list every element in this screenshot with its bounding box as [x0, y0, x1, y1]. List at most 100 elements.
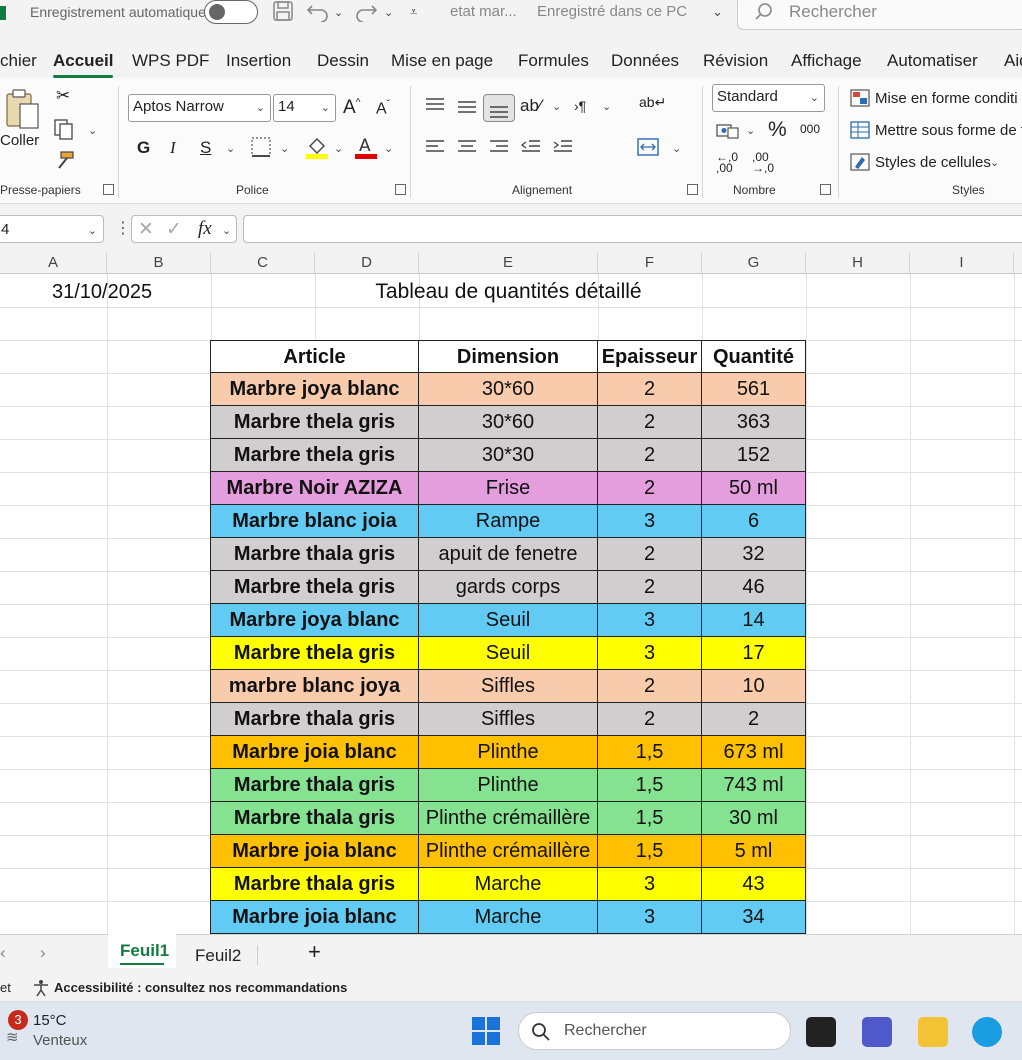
sheet-title[interactable]: Tableau de quantités détaillé	[211, 280, 806, 304]
cell-article[interactable]: Marbre thela gris	[210, 571, 419, 604]
cell-article[interactable]: Marbre joia blanc	[210, 736, 419, 769]
accessibility-icon[interactable]	[32, 979, 50, 997]
autosave-toggle[interactable]	[204, 0, 258, 24]
undo-icon[interactable]	[306, 0, 330, 22]
cell-styles-button[interactable]: Styles de cellules	[875, 154, 991, 171]
weather-desc[interactable]: Venteux	[33, 1032, 87, 1049]
accessibility-status[interactable]: Accessibilité : consultez nos recommanda…	[54, 980, 347, 995]
column-header-h[interactable]: H	[806, 252, 910, 274]
cell-quantite[interactable]: 30 ml	[702, 802, 806, 835]
taskbar-search[interactable]: Rechercher	[518, 1012, 791, 1050]
column-header-a[interactable]: A	[0, 252, 107, 274]
cell-epaisseur[interactable]: 2	[598, 538, 702, 571]
underline-button[interactable]: S	[200, 138, 211, 158]
cell-quantite[interactable]: 2	[702, 703, 806, 736]
fill-color-icon[interactable]	[305, 134, 329, 160]
accounting-chevron-icon[interactable]: ⌄	[746, 124, 755, 137]
cell-article[interactable]: Marbre joia blanc	[210, 835, 419, 868]
cell-epaisseur[interactable]: 3	[598, 505, 702, 538]
next-sheet-icon[interactable]: ›	[40, 943, 46, 963]
search-box[interactable]: Rechercher	[737, 0, 1022, 30]
cell-dimension[interactable]: gards corps	[419, 571, 598, 604]
cell-epaisseur[interactable]: 3	[598, 604, 702, 637]
spreadsheet-grid[interactable]: 31/10/2025 Tableau de quantités détaillé…	[0, 274, 1022, 934]
cell-quantite[interactable]: 6	[702, 505, 806, 538]
cell-epaisseur[interactable]: 1,5	[598, 736, 702, 769]
number-launcher-icon[interactable]	[820, 184, 831, 195]
save-status-chevron-icon[interactable]: ⌄	[712, 4, 723, 20]
cell-quantite[interactable]: 34	[702, 901, 806, 934]
wrap-text-icon[interactable]: ab↵	[639, 94, 666, 111]
percent-button[interactable]: %	[768, 118, 787, 142]
column-header-c[interactable]: C	[211, 252, 315, 274]
tab-wps-pdf[interactable]: WPS PDF	[132, 51, 209, 71]
cell-epaisseur[interactable]: 3	[598, 901, 702, 934]
cell-dimension[interactable]: Seuil	[419, 637, 598, 670]
orientation-icon[interactable]: ab⁄	[520, 96, 542, 116]
cell-article[interactable]: Marbre thala gris	[210, 868, 419, 901]
cell-article[interactable]: marbre blanc joya	[210, 670, 419, 703]
cell-dimension[interactable]: Marche	[419, 901, 598, 934]
increase-decimal-icon[interactable]: ←,0,00	[716, 151, 738, 174]
tab-revision[interactable]: Révision	[703, 51, 768, 71]
column-header-b[interactable]: B	[107, 252, 211, 274]
more-options-icon[interactable]: ⋮	[115, 218, 131, 238]
clipboard-launcher-icon[interactable]	[103, 184, 114, 195]
tab-affichage[interactable]: Affichage	[791, 51, 862, 71]
cell-dimension[interactable]: 30*30	[419, 439, 598, 472]
cell-quantite[interactable]: 17	[702, 637, 806, 670]
cell-article[interactable]: Marbre thela gris	[210, 406, 419, 439]
thousands-button[interactable]: 000	[800, 122, 820, 136]
paste-icon[interactable]	[4, 88, 42, 132]
undo-chevron-icon[interactable]: ⌄	[334, 6, 343, 19]
teams-icon[interactable]	[862, 1017, 892, 1047]
cell-dimension[interactable]: apuit de fenetre	[419, 538, 598, 571]
header-article[interactable]: Article	[210, 340, 419, 373]
date-cell[interactable]: 31/10/2025	[52, 281, 152, 304]
cell-quantite[interactable]: 561	[702, 373, 806, 406]
header-epaisseur[interactable]: Epaisseur	[598, 340, 702, 373]
alignment-launcher-icon[interactable]	[687, 184, 698, 195]
tab-fichier[interactable]: chier	[0, 51, 37, 71]
header-quantite[interactable]: Quantité	[702, 340, 806, 373]
merge-center-icon[interactable]	[637, 136, 659, 158]
align-left-icon[interactable]	[425, 138, 445, 156]
insert-function-icon[interactable]: fx	[198, 218, 212, 240]
cell-quantite[interactable]: 673 ml	[702, 736, 806, 769]
font-color-icon[interactable]: A	[354, 134, 378, 160]
tab-automatiser[interactable]: Automatiser	[887, 51, 978, 71]
decrease-decimal-icon[interactable]: ,00 →,0	[752, 151, 774, 174]
copy-icon[interactable]	[53, 118, 75, 140]
font-name-select[interactable]: Aptos Narrow ⌄	[128, 94, 271, 122]
cell-dimension[interactable]: Frise	[419, 472, 598, 505]
cell-quantite[interactable]: 10	[702, 670, 806, 703]
redo-icon[interactable]	[354, 0, 378, 22]
add-sheet-button[interactable]: +	[308, 939, 321, 965]
cell-article[interactable]: Marbre thela gris	[210, 439, 419, 472]
confirm-icon[interactable]: ✓	[166, 218, 182, 241]
cell-quantite[interactable]: 43	[702, 868, 806, 901]
save-icon[interactable]	[272, 0, 294, 22]
cell-dimension[interactable]: Plinthe	[419, 769, 598, 802]
cell-epaisseur[interactable]: 2	[598, 472, 702, 505]
font-launcher-icon[interactable]	[395, 184, 406, 195]
cell-article[interactable]: Marbre thala gris	[210, 538, 419, 571]
decrease-font-icon[interactable]: Aˇ	[376, 99, 390, 118]
align-middle-icon[interactable]	[457, 98, 477, 116]
borders-chevron-icon[interactable]: ⌄	[280, 142, 289, 155]
edge-browser-icon[interactable]	[972, 1017, 1002, 1047]
paragraph-direction-icon[interactable]: ›¶	[574, 98, 586, 114]
fill-color-chevron-icon[interactable]: ⌄	[334, 142, 343, 155]
sheet-tab-feuil1[interactable]: Feuil1	[108, 934, 176, 968]
cell-epaisseur[interactable]: 1,5	[598, 835, 702, 868]
cell-article[interactable]: Marbre joya blanc	[210, 604, 419, 637]
direction-chevron-icon[interactable]: ⌄	[602, 100, 611, 113]
font-size-select[interactable]: 14 ⌄	[273, 94, 336, 122]
align-top-icon[interactable]	[425, 96, 445, 114]
cell-quantite[interactable]: 46	[702, 571, 806, 604]
cell-article[interactable]: Marbre thala gris	[210, 769, 419, 802]
decrease-indent-icon[interactable]	[521, 138, 541, 156]
cell-epaisseur[interactable]: 2	[598, 571, 702, 604]
cell-epaisseur[interactable]: 2	[598, 406, 702, 439]
windows-start-icon[interactable]	[471, 1016, 501, 1046]
